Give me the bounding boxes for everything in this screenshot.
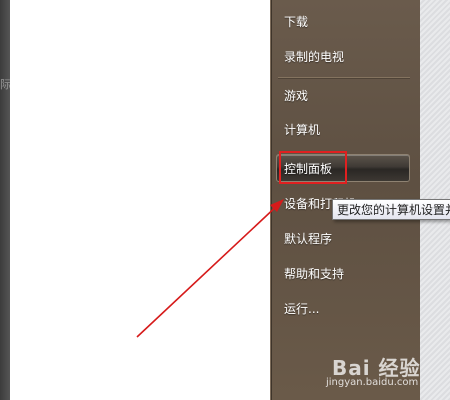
desktop-left-strip: 际	[0, 0, 11, 400]
menu-item-default-programs[interactable]: 默认程序	[284, 226, 332, 252]
menu-item-help-support[interactable]: 帮助和支持	[284, 261, 344, 287]
menu-separator	[278, 77, 410, 78]
menu-item-computer[interactable]: 计算机	[284, 117, 320, 143]
menu-item-run[interactable]: 运行...	[284, 296, 319, 322]
menu-item-control-panel[interactable]: 控制面板	[276, 154, 410, 182]
programs-pane	[10, 0, 270, 400]
menu-item-games[interactable]: 游戏	[284, 83, 308, 109]
tooltip: 更改您的计算机设置并	[332, 199, 450, 220]
menu-item-downloads[interactable]: 下载	[284, 9, 308, 35]
menu-item-recorded-tv[interactable]: 录制的电视	[284, 44, 344, 70]
